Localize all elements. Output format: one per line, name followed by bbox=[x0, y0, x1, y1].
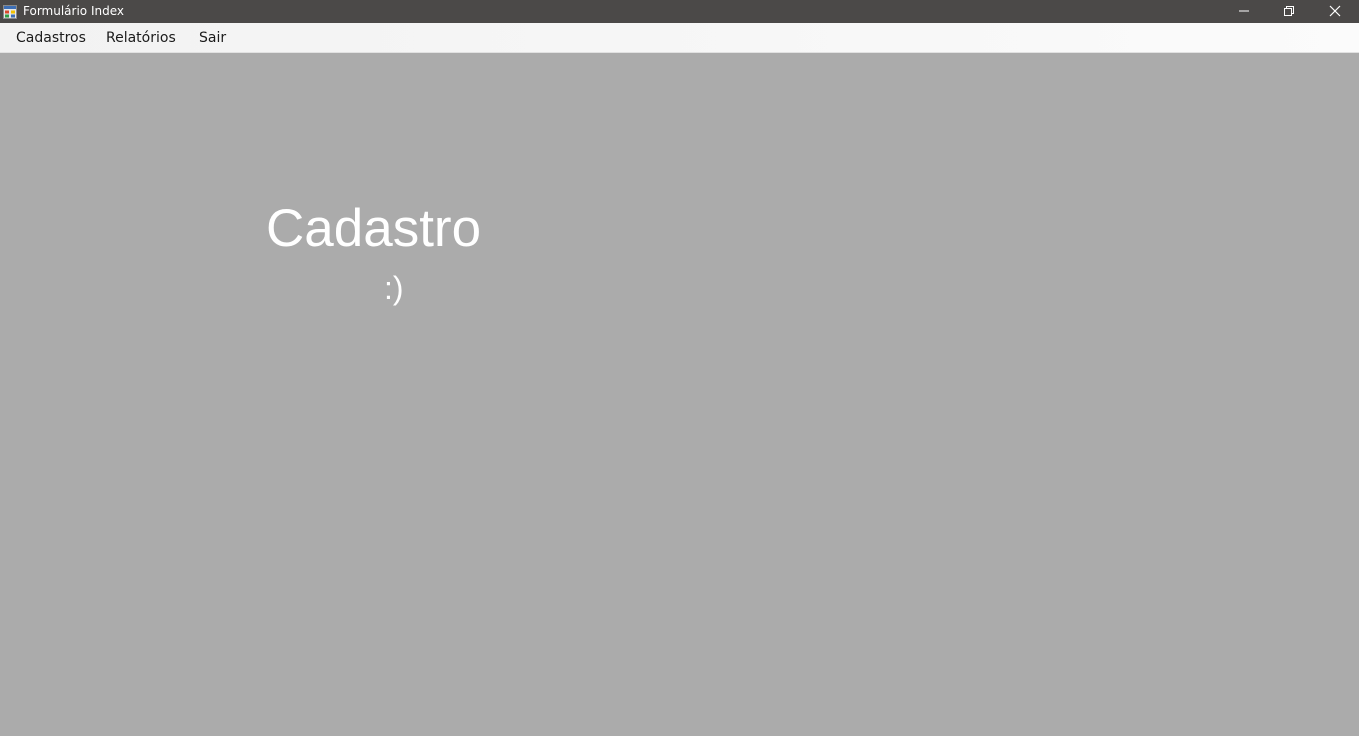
close-button[interactable] bbox=[1312, 0, 1358, 23]
close-icon bbox=[1329, 5, 1341, 17]
title-bar[interactable]: Formulário Index bbox=[0, 0, 1359, 23]
minimize-icon bbox=[1239, 10, 1249, 12]
menu-item-sair[interactable]: Sair bbox=[199, 29, 226, 47]
restore-button[interactable] bbox=[1266, 0, 1312, 23]
page-heading: Cadastro bbox=[266, 199, 482, 258]
restore-icon bbox=[1284, 6, 1294, 16]
menu-bar: Cadastros Relatórios Sair bbox=[0, 23, 1359, 53]
smiley-text: :) bbox=[384, 270, 404, 306]
menu-item-cadastros[interactable]: Cadastros bbox=[16, 29, 86, 47]
window-title: Formulário Index bbox=[23, 4, 124, 18]
application-window: Formulário Index Cadastros Relatórios Sa… bbox=[0, 0, 1359, 736]
app-form-icon[interactable] bbox=[3, 4, 17, 19]
minimize-button[interactable] bbox=[1221, 0, 1267, 23]
menu-item-relatorios[interactable]: Relatórios bbox=[106, 29, 176, 47]
